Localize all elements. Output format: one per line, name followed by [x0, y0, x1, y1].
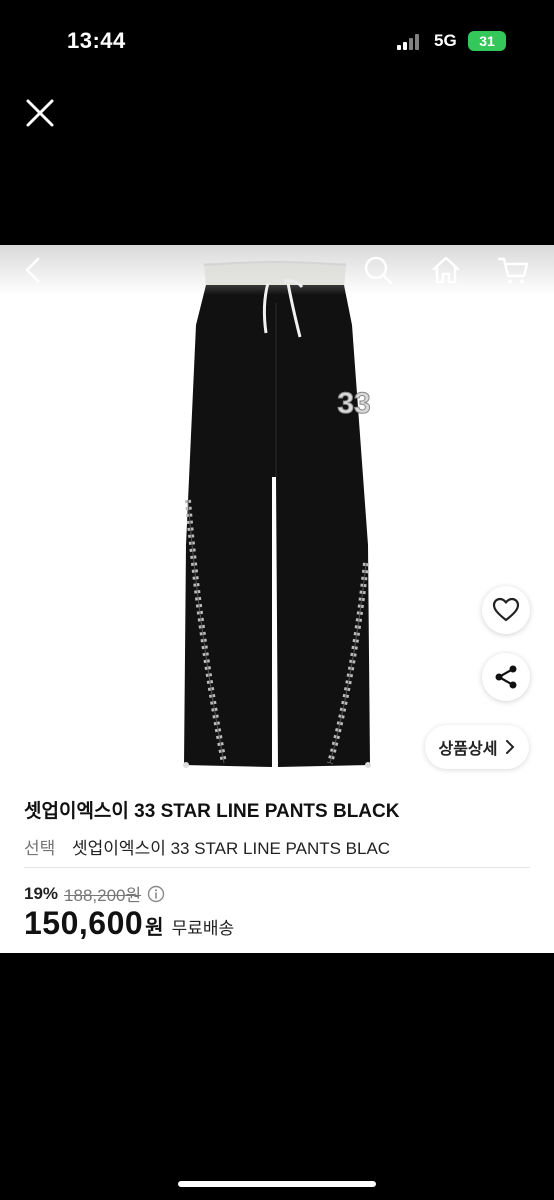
search-icon	[364, 256, 393, 285]
back-button[interactable]	[16, 253, 50, 287]
cart-button[interactable]	[496, 253, 530, 287]
product-page: 33 상품상세 셋업이엑스이 33 STAR LINE PANTS BLACK …	[0, 245, 554, 953]
share-button[interactable]	[482, 653, 530, 701]
divider	[24, 867, 530, 868]
option-selector[interactable]: 선택 셋업이엑스이 33 STAR LINE PANTS BLAC	[24, 834, 390, 859]
status-time: 13:44	[67, 28, 126, 53]
home-button[interactable]	[429, 253, 463, 287]
price-row: 150,600 원 무료배송	[24, 905, 234, 942]
chevron-left-icon	[25, 257, 40, 283]
battery-icon: 31	[468, 31, 506, 51]
discount-rate: 19%	[24, 883, 59, 903]
product-image[interactable]: 33	[0, 245, 554, 770]
detail-label: 상품상세	[438, 741, 498, 758]
heart-icon	[492, 597, 520, 622]
product-title: 셋업이엑스이 33 STAR LINE PANTS BLACK	[24, 801, 400, 822]
product-detail-button[interactable]: 상품상세	[425, 725, 529, 769]
original-price: 188,200원	[64, 886, 142, 905]
currency: 원	[145, 917, 164, 939]
option-value: 셋업이엑스이 33 STAR LINE PANTS BLAC	[72, 839, 391, 858]
status-bar: 13:44 5G 31	[0, 0, 554, 80]
close-button[interactable]	[24, 97, 56, 129]
discount-row: 19% 188,200원	[24, 881, 165, 906]
option-label: 선택	[24, 839, 56, 858]
info-icon[interactable]	[147, 885, 165, 903]
home-indicator[interactable]	[178, 1181, 376, 1187]
signal-icon	[397, 34, 425, 50]
chevron-right-icon	[506, 740, 515, 754]
cart-icon	[497, 257, 529, 284]
search-button[interactable]	[361, 253, 395, 287]
top-nav	[0, 245, 554, 295]
pants-illustration: 33	[183, 261, 371, 768]
sale-price: 150,600	[24, 905, 144, 941]
wishlist-button[interactable]	[482, 586, 530, 634]
close-icon	[26, 99, 54, 127]
shipping-info: 무료배송	[171, 919, 235, 938]
share-icon	[495, 665, 517, 689]
jersey-number: 33	[337, 387, 370, 420]
network-type: 5G	[434, 31, 457, 50]
home-icon	[432, 256, 460, 284]
